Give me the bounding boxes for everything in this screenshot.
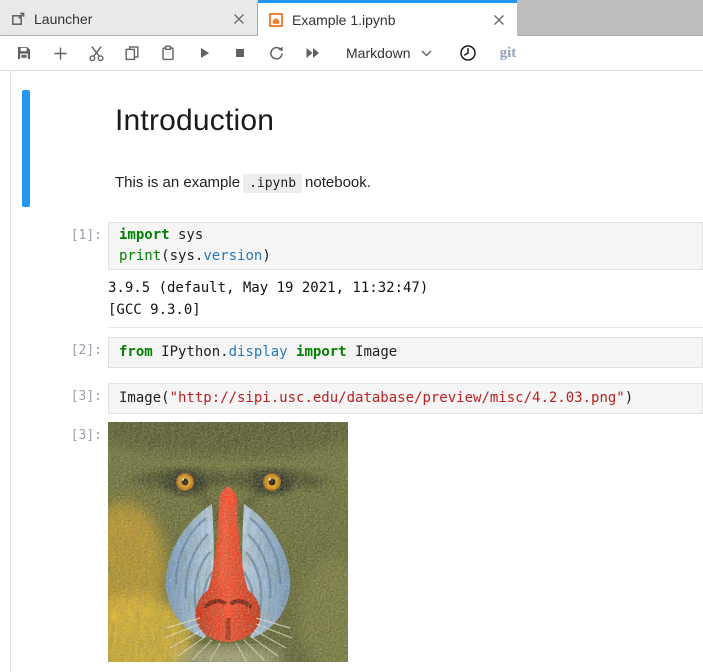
close-icon[interactable] [231, 11, 247, 27]
code-token: "http://sipi.usc.edu/database/preview/mi… [170, 390, 625, 406]
save-button[interactable] [6, 39, 42, 67]
cell-type-value: Markdown [346, 45, 411, 61]
tab-label: Example 1.ipynb [292, 12, 485, 28]
markdown-heading: Introduction [115, 104, 274, 138]
code-token: from [119, 344, 153, 360]
code-cell-input[interactable]: from IPython.display import Image [108, 337, 703, 368]
insert-cell-button[interactable] [42, 39, 78, 67]
cell-output-image [108, 422, 348, 662]
selected-cell-collapser[interactable] [22, 90, 30, 207]
notebook-toolbar: Markdown git [0, 36, 703, 71]
notebook-icon [268, 12, 284, 28]
fast-forward-icon [304, 45, 321, 61]
code-token: ) [262, 248, 270, 264]
code-token: print [119, 248, 161, 264]
code-token: version [203, 248, 262, 264]
cell-output-text: 3.9.5 (default, May 19 2021, 11:32:47)[G… [108, 278, 428, 321]
code-token: ) [625, 390, 633, 406]
panel-left-border [10, 71, 11, 672]
tab-launcher[interactable]: Launcher [0, 0, 258, 36]
copy-cells-button[interactable] [114, 39, 150, 67]
cell-type-dropdown[interactable]: Markdown [346, 45, 432, 61]
code-line: import sys [119, 225, 692, 246]
copy-icon [124, 45, 140, 61]
run-cell-button[interactable] [186, 39, 222, 67]
notebook-panel: Introduction This is an example.ipynbnot… [0, 71, 703, 672]
code-token: import [296, 344, 347, 360]
code-token: import [119, 227, 170, 243]
inline-code: .ipynb [243, 174, 302, 193]
input-prompt: [3]: [0, 389, 102, 404]
cut-cells-button[interactable] [78, 39, 114, 67]
launcher-icon [10, 11, 26, 27]
paragraph-text: This is an example [115, 174, 240, 191]
code-line: print(sys.version) [119, 246, 692, 267]
code-line: from IPython.display import Image [119, 342, 692, 363]
input-prompt: [2]: [0, 343, 102, 358]
code-token: IPython. [153, 344, 229, 360]
restart-run-all-button[interactable] [294, 39, 330, 67]
code-cell-input[interactable]: Image("http://sipi.usc.edu/database/prev… [108, 383, 703, 414]
code-line: Image("http://sipi.usc.edu/database/prev… [119, 388, 692, 409]
restart-kernel-button[interactable] [258, 39, 294, 67]
code-token: Image( [119, 390, 170, 406]
code-token: (sys. [161, 248, 203, 264]
mandrill-image [108, 422, 348, 662]
paste-icon [160, 45, 176, 61]
clock-icon [459, 44, 477, 62]
cell-separator [108, 327, 703, 328]
input-prompt: [1]: [0, 228, 102, 243]
output-prompt: [3]: [0, 428, 102, 443]
output-line: [GCC 9.3.0] [108, 300, 428, 322]
stop-icon [232, 45, 248, 61]
code-token [288, 344, 296, 360]
markdown-paragraph: This is an example.ipynbnotebook. [115, 174, 371, 191]
code-token: sys [170, 227, 204, 243]
paste-cells-button[interactable] [150, 39, 186, 67]
plus-icon [53, 46, 68, 61]
dock-tab-bar: Launcher Example 1.ipynb [0, 0, 703, 36]
tab-bar-empty-space [517, 0, 703, 36]
code-token: display [229, 344, 288, 360]
run-icon [196, 45, 212, 61]
paragraph-text: notebook. [305, 174, 371, 191]
cut-icon [88, 45, 105, 62]
output-line: 3.9.5 (default, May 19 2021, 11:32:47) [108, 278, 428, 300]
code-cell-input[interactable]: import sysprint(sys.version) [108, 222, 703, 270]
chevron-down-icon [421, 50, 432, 57]
close-icon[interactable] [491, 12, 507, 28]
code-token: Image [347, 344, 398, 360]
tab-example-notebook[interactable]: Example 1.ipynb [258, 0, 517, 36]
interrupt-kernel-button[interactable] [222, 39, 258, 67]
tab-label: Launcher [34, 11, 225, 27]
git-extension-label: git [500, 45, 517, 62]
restart-icon [268, 45, 285, 62]
save-icon [16, 45, 32, 61]
kernel-history-button[interactable] [450, 39, 486, 67]
